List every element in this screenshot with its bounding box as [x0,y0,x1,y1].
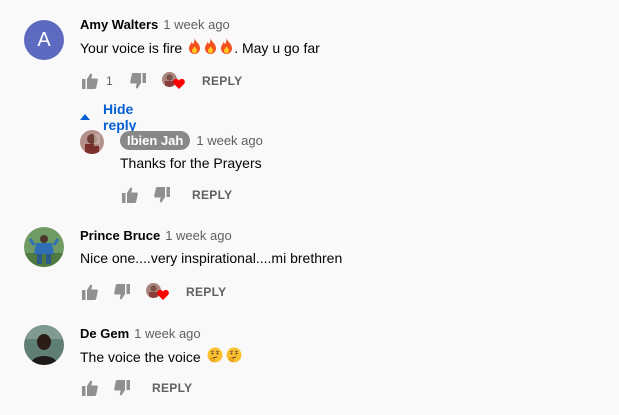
comment-text-start: Your voice is fire [80,40,183,56]
comment-time[interactable]: 1 week ago [165,228,232,243]
avatar[interactable] [80,130,104,154]
thumbs-up-icon[interactable] [120,185,140,205]
thumbs-down-icon[interactable] [112,282,132,302]
comment-author[interactable]: Amy Walters [80,17,158,32]
comment-time[interactable]: 1 week ago [163,17,230,32]
avatar[interactable] [24,325,64,365]
fire-emoji-icon [219,38,234,58]
avatar[interactable]: A [24,20,64,60]
comment-text-end: . May u go far [234,40,320,56]
comment-author[interactable]: Prince Bruce [80,228,160,243]
creator-heart-badge [162,71,185,94]
comment-toolbar: 1 REPLY [80,71,242,91]
thumbs-down-icon[interactable] [128,71,148,91]
avatar-letter: A [37,28,51,51]
hide-replies-label: Hide reply [103,101,137,133]
thumbs-up-icon[interactable] [80,378,100,398]
like-count: 1 [106,74,113,88]
comment-text-start: The voice the voice [80,348,201,365]
comment-time[interactable]: 1 week ago [134,326,201,341]
reply-header: Ibien Jah 1 week ago [120,131,263,150]
thumbs-up-icon[interactable] [80,282,100,302]
reply-time[interactable]: 1 week ago [196,133,263,148]
hide-replies-button[interactable]: Hide reply [80,101,136,133]
reply-button[interactable]: REPLY [202,74,242,88]
fire-emoji-icon [203,38,218,58]
thumbs-up-icon[interactable] [80,71,100,91]
comment-author[interactable]: De Gem [80,326,129,341]
thinking-face-emoji-icon [207,347,223,366]
comment-text: Nice one....very inspirational....mi bre… [80,250,343,266]
comment-text: Your voice is fire . May u go far [80,38,320,58]
reply-toolbar: REPLY [120,185,232,205]
thumbs-down-icon[interactable] [152,185,172,205]
comment-toolbar: REPLY [80,378,192,398]
thumbs-down-icon[interactable] [112,378,132,398]
creator-heart-badge [146,282,169,305]
reply-button[interactable]: REPLY [186,285,226,299]
reply-author[interactable]: Ibien Jah [120,131,191,150]
fire-emoji-icon [187,38,202,58]
reply-button[interactable]: REPLY [152,381,192,395]
heart-icon [173,76,185,94]
chevron-up-icon [80,114,90,120]
comment-header: Prince Bruce 1 week ago [80,228,232,243]
comment-text: The voice the voice [80,347,242,366]
comment-header: De Gem 1 week ago [80,326,201,341]
reply-text: Thanks for the Prayers [120,155,262,171]
avatar[interactable] [24,227,64,267]
thinking-face-emoji-icon [226,347,242,366]
reply-button[interactable]: REPLY [192,188,232,202]
comment-header: Amy Walters 1 week ago [80,17,230,32]
heart-icon [157,287,169,305]
comment-toolbar: REPLY [80,282,226,302]
